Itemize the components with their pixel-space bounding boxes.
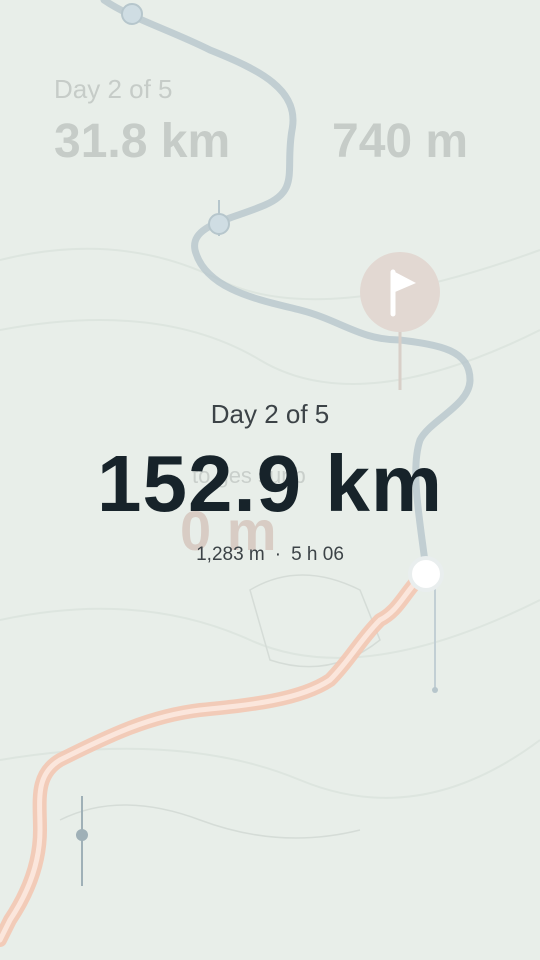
day-label: Day 2 of 5 bbox=[210, 399, 330, 429]
separator: · bbox=[274, 544, 282, 565]
stats-row: 1,283 m · 5 h 06 bbox=[0, 542, 540, 568]
elevation-gain: 1,283 m bbox=[196, 544, 265, 565]
ghost-day-label: Day 2 of 5 bbox=[54, 74, 173, 104]
duration: 5 h 06 bbox=[291, 544, 344, 565]
day-summary: Day 2 of 5 152.9 km 1,283 m · 5 h 06 bbox=[0, 396, 540, 568]
ghost-elevation: 740 m bbox=[332, 115, 469, 168]
ghost-distance: 31.8 km bbox=[54, 115, 231, 168]
waypoint-marker[interactable] bbox=[121, 3, 143, 25]
total-distance: 152.9 km bbox=[96, 439, 444, 528]
